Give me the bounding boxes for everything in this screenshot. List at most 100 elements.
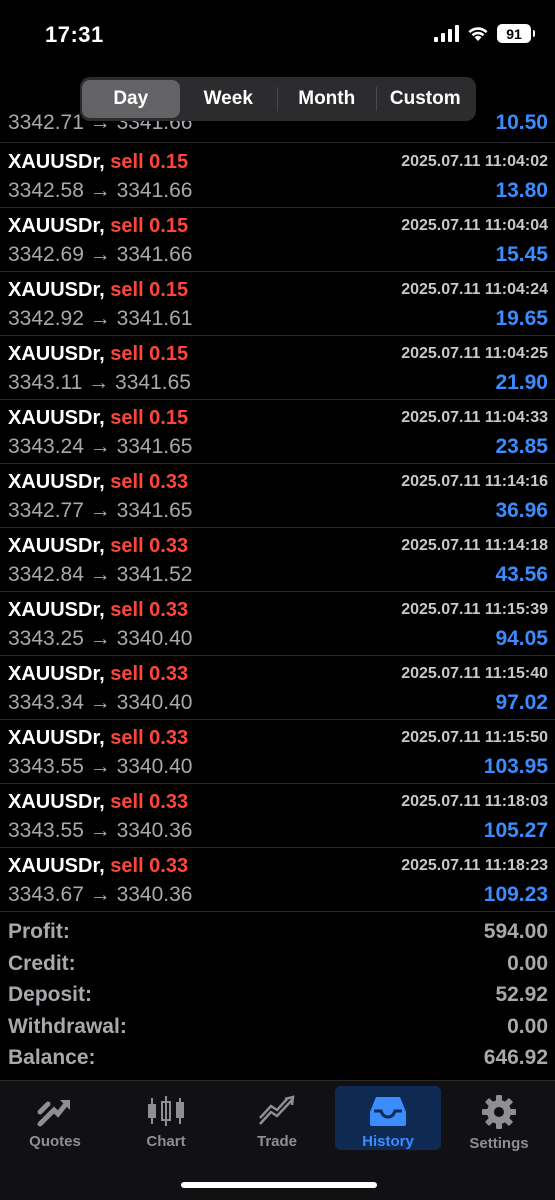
deal-symbol: XAUUSDr, [8,151,105,173]
deal-time: 2025.07.11 11:04:24 [401,281,548,298]
tab-week[interactable]: Week [180,80,278,118]
deal-title: XAUUSDr, sell 0.15 [8,407,188,430]
deal-profit: 105.27 [483,819,548,842]
deal-prices: 3342.92 → 3341.61 [8,307,193,330]
deal-title: XAUUSDr, sell 0.15 [8,215,188,238]
tab-month[interactable]: Month [278,80,376,118]
deal-title: XAUUSDr, sell 0.33 [8,727,188,750]
deal-symbol: XAUUSDr, [8,855,105,877]
summary-row-deposit: Deposit: 52.92 [0,983,555,1015]
deal-side: sell 0.15 [110,407,189,429]
tab-trade[interactable]: Trade [224,1086,330,1150]
quotes-icon [37,1100,70,1127]
deal-title: XAUUSDr, sell 0.33 [8,599,188,622]
deal-symbol: XAUUSDr, [8,215,105,237]
deal-profit: 109.23 [483,883,548,906]
deal-symbol: XAUUSDr, [8,599,105,621]
deal-profit: 97.02 [495,691,548,714]
deal-side: sell 0.33 [110,599,189,621]
deal-prices: 3343.25 → 3340.40 [8,627,193,650]
deal-symbol: XAUUSDr, [8,279,105,301]
deal-profit: 10.50 [495,111,548,134]
deal-prices: 3343.34 → 3340.40 [8,691,193,714]
deal-side: sell 0.15 [110,279,189,301]
deals-list[interactable]: 3342.71 → 3341.66 10.50 XAUUSDr, sell 0.… [0,0,555,1080]
list-item[interactable]: XAUUSDr, sell 0.33 3342.84 → 3341.52 202… [0,528,555,592]
deal-time: 2025.07.11 11:04:02 [401,153,548,170]
deal-symbol: XAUUSDr, [8,471,105,493]
tab-label: Chart [146,1133,186,1150]
history-inbox-icon [370,1097,406,1126]
summary-row-credit: Credit: 0.00 [0,952,555,984]
deal-symbol: XAUUSDr, [8,343,105,365]
deal-time: 2025.07.11 11:18:23 [401,857,548,874]
tab-settings[interactable]: Settings [446,1086,552,1152]
deal-title: XAUUSDr, sell 0.33 [8,791,188,814]
list-item[interactable]: XAUUSDr, sell 0.15 3342.58 → 3341.66 202… [0,144,555,208]
deal-prices: 3343.55 → 3340.40 [8,755,193,778]
deal-title: XAUUSDr, sell 0.33 [8,471,188,494]
tab-label: Quotes [29,1133,81,1150]
summary-row-profit: Profit: 594.00 [0,920,555,952]
tab-label: Settings [469,1135,529,1152]
tab-day[interactable]: Day [82,80,180,118]
deal-prices: 3342.77 → 3341.65 [8,499,193,522]
deal-profit: 36.96 [495,499,548,522]
summary-value: 0.00 [507,951,548,975]
tab-history[interactable]: History [335,1086,441,1150]
list-item[interactable]: XAUUSDr, sell 0.33 3342.77 → 3341.65 202… [0,464,555,528]
list-item[interactable]: XAUUSDr, sell 0.33 3343.55 → 3340.40 202… [0,720,555,784]
deal-title: XAUUSDr, sell 0.15 [8,343,188,366]
list-item[interactable]: XAUUSDr, sell 0.15 3342.69 → 3341.66 202… [0,208,555,272]
deal-profit: 94.05 [495,627,548,650]
deal-profit: 21.90 [495,371,548,394]
deal-side: sell 0.15 [110,343,189,365]
candlestick-chart-icon [148,1096,184,1126]
deal-profit: 15.45 [495,243,548,266]
deal-symbol: XAUUSDr, [8,791,105,813]
deal-side: sell 0.15 [110,215,189,237]
deal-side: sell 0.33 [110,727,189,749]
summary-value: 646.92 [483,1046,548,1069]
deal-title: XAUUSDr, sell 0.15 [8,151,188,174]
deal-time: 2025.07.11 11:04:33 [401,409,548,426]
list-item[interactable]: XAUUSDr, sell 0.33 3343.25 → 3340.40 202… [0,592,555,656]
account-summary: Profit: 594.00 Credit: 0.00 Deposit: 52.… [0,920,555,1078]
deal-time: 2025.07.11 11:15:50 [401,729,548,746]
tab-chart[interactable]: Chart [113,1086,219,1150]
deal-side: sell 0.33 [110,471,189,493]
deal-prices: 3343.67 → 3340.36 [8,883,193,906]
deal-profit: 23.85 [495,435,548,458]
deal-profit: 19.65 [495,307,548,330]
deal-symbol: XAUUSDr, [8,727,105,749]
list-item[interactable]: XAUUSDr, sell 0.33 3343.34 → 3340.40 202… [0,656,555,720]
summary-label: Profit: [8,920,70,943]
deal-title: XAUUSDr, sell 0.15 [8,279,188,302]
tab-label: History [362,1133,414,1150]
deal-time: 2025.07.11 11:04:25 [401,345,548,362]
list-item[interactable]: XAUUSDr, sell 0.15 3343.11 → 3341.65 202… [0,336,555,400]
summary-label: Deposit: [8,983,92,1006]
period-segmented-control: Day Week Month Custom [80,77,476,121]
tab-custom[interactable]: Custom [377,80,475,118]
deal-time: 2025.07.11 11:15:40 [401,665,548,682]
tab-quotes[interactable]: Quotes [2,1086,108,1150]
list-item[interactable]: XAUUSDr, sell 0.33 3343.67 → 3340.36 202… [0,848,555,912]
deal-symbol: XAUUSDr, [8,407,105,429]
list-item[interactable]: XAUUSDr, sell 0.15 3342.92 → 3341.61 202… [0,272,555,336]
list-item[interactable]: XAUUSDr, sell 0.33 3343.55 → 3340.36 202… [0,784,555,848]
deal-symbol: XAUUSDr, [8,535,105,557]
gear-icon [482,1095,516,1129]
list-item[interactable]: XAUUSDr, sell 0.15 3343.24 → 3341.65 202… [0,400,555,464]
summary-row-withdrawal: Withdrawal: 0.00 [0,1015,555,1047]
deal-profit: 13.80 [495,179,548,202]
deal-profit: 103.95 [483,755,548,778]
tab-label: Trade [256,1133,298,1150]
home-indicator[interactable] [181,1182,377,1188]
trade-icon [259,1095,295,1125]
deal-title: XAUUSDr, sell 0.33 [8,535,188,558]
deal-prices: 3342.69 → 3341.66 [8,243,193,266]
deal-prices: 3343.24 → 3341.65 [8,435,193,458]
deal-title: XAUUSDr, sell 0.33 [8,663,188,686]
summary-label: Credit: [8,951,76,975]
